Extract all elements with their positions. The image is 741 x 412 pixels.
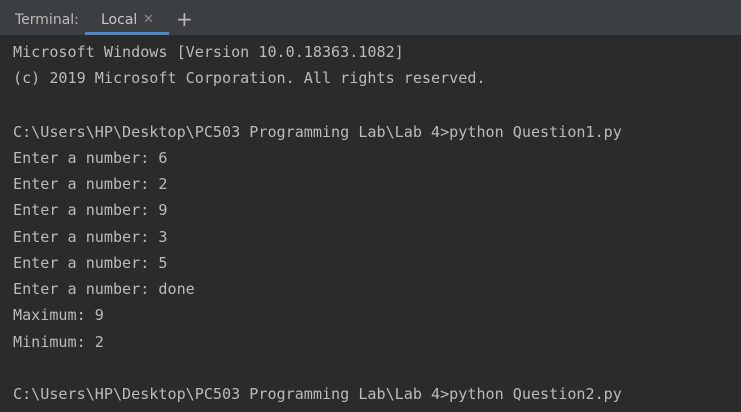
terminal-line: Enter a number: 6 (13, 149, 168, 167)
tool-window-title: Terminal: (15, 12, 79, 28)
terminal-tab-bar: Terminal: Local ✕ + (0, 5, 741, 36)
tab-local[interactable]: Local ✕ (85, 5, 169, 35)
terminal-line: Enter a number: 2 (13, 175, 168, 193)
terminal-line: Microsoft Windows [Version 10.0.18363.10… (13, 43, 404, 61)
close-icon[interactable]: ✕ (143, 12, 154, 27)
plus-icon[interactable]: + (176, 7, 193, 31)
terminal-line: Maximum: 9 (13, 306, 104, 324)
active-tab-indicator (85, 32, 169, 35)
terminal-line: Enter a number: 3 (13, 228, 168, 246)
terminal-line: Minimum: 2 (13, 333, 104, 351)
terminal-line: (c) 2019 Microsoft Corporation. All righ… (13, 69, 486, 87)
terminal-line: Enter a number: done (13, 280, 195, 298)
terminal-output[interactable]: Microsoft Windows [Version 10.0.18363.10… (0, 37, 741, 412)
terminal-line: C:\Users\HP\Desktop\PC503 Programming La… (13, 123, 622, 141)
terminal-line: Enter a number: 5 (13, 254, 168, 272)
terminal-tool-window: Terminal: Local ✕ + Microsoft Windows [V… (0, 0, 741, 412)
terminal-line: C:\Users\HP\Desktop\PC503 Programming La… (13, 385, 622, 403)
tab-local-label: Local (101, 12, 138, 28)
terminal-line: Enter a number: 9 (13, 201, 168, 219)
